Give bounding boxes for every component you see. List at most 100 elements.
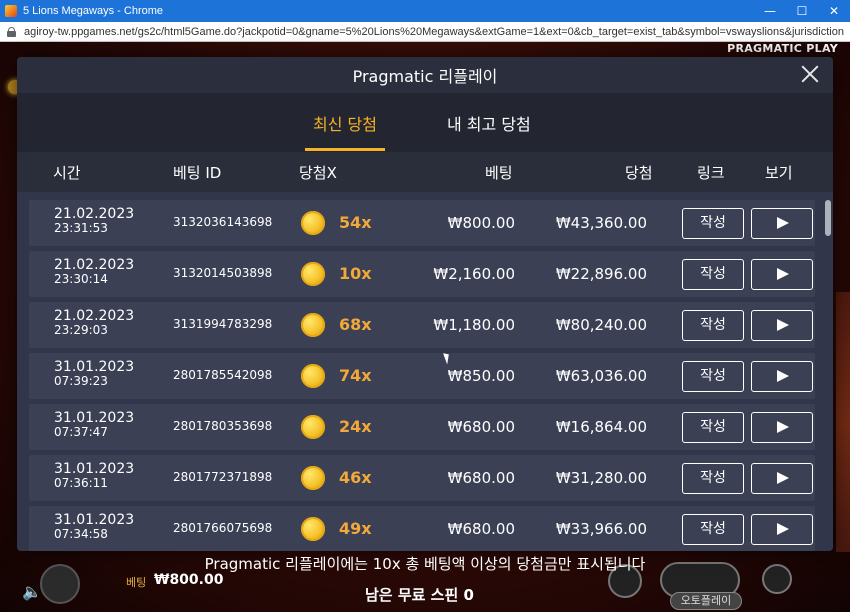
tab-latest-wins[interactable]: 최신 당첨	[305, 111, 385, 151]
play-replay-button[interactable]	[751, 259, 813, 290]
row-datetime: 21.02.2023 23:29:03	[54, 309, 134, 337]
play-replay-button[interactable]	[751, 310, 813, 341]
table-row: 31.01.2023 07:34:58 2801766075698 49x ₩680.0…	[29, 506, 815, 551]
maximize-icon[interactable]: ☐	[786, 0, 818, 22]
table-row: 21.02.2023 23:31:53 3132036143698 54x ₩800.0…	[29, 200, 815, 246]
table-row: 21.02.2023 23:29:03 3131994783298 68x ₩1,180…	[29, 302, 815, 348]
table-row: 31.01.2023 07:37:47 2801780353698 24x ₩680.0…	[29, 404, 815, 450]
row-bet: ₩680.00	[447, 520, 515, 538]
replay-table[interactable]: 21.02.2023 23:31:53 3132036143698 54x ₩800.0…	[17, 192, 833, 551]
play-replay-button[interactable]	[751, 208, 813, 239]
row-win: ₩16,864.00	[555, 418, 647, 436]
play-replay-button[interactable]	[751, 514, 813, 545]
play-replay-button[interactable]	[751, 412, 813, 443]
write-link-button[interactable]: 작성	[682, 361, 744, 392]
row-bet: ₩800.00	[447, 214, 515, 232]
row-bet: ₩1,180.00	[433, 316, 515, 334]
row-bet-id: 2801766075698	[173, 521, 273, 535]
coin-icon	[301, 415, 325, 439]
row-bet-id: 2801780353698	[173, 419, 273, 433]
col-header-view: 보기	[765, 164, 793, 182]
app-icon	[5, 5, 17, 17]
lock-icon[interactable]	[7, 26, 16, 37]
bet-label: 베팅	[126, 576, 147, 589]
autoplay-button[interactable]: 오토플레이	[670, 592, 742, 610]
close-window-icon[interactable]: ✕	[818, 0, 850, 22]
row-time: 07:36:11	[54, 476, 108, 490]
active-tab-indicator	[305, 148, 385, 151]
row-win: ₩22,896.00	[555, 265, 647, 283]
row-datetime: 31.01.2023 07:34:58	[54, 513, 134, 541]
row-time: 07:37:47	[54, 425, 108, 439]
play-icon	[777, 421, 789, 433]
play-icon	[777, 319, 789, 331]
play-icon	[777, 523, 789, 535]
replay-modal: Pragmatic 리플레이 최신 당첨 내 최고 당첨 시간 베팅 ID 당첨…	[17, 57, 833, 551]
row-datetime: 31.01.2023 07:37:47	[54, 411, 134, 439]
col-header-bet-id: 베팅 ID	[173, 164, 222, 182]
address-bar[interactable]: agiroy-tw.ppgames.net/gs2c/html5Game.do?…	[0, 22, 850, 42]
row-time: 23:30:14	[54, 272, 108, 286]
write-link-button[interactable]: 작성	[682, 310, 744, 341]
row-time: 23:29:03	[54, 323, 108, 337]
play-icon	[777, 217, 789, 229]
play-replay-button[interactable]	[751, 463, 813, 494]
col-header-link: 링크	[697, 164, 725, 182]
write-link-button[interactable]: 작성	[682, 208, 744, 239]
row-multiplier: 68x	[339, 315, 372, 334]
free-spins-counter: 남은 무료 스핀 0	[365, 586, 474, 604]
row-datetime: 31.01.2023 07:36:11	[54, 462, 134, 490]
row-win: ₩43,360.00	[555, 214, 647, 232]
speaker-icon[interactable]: 🔈	[22, 582, 42, 601]
brand-logo: PRAGMATIC PLAY	[727, 42, 838, 55]
col-header-bet: 베팅	[485, 164, 513, 182]
row-multiplier: 49x	[339, 519, 372, 538]
browser-titlebar: 5 Lions Megaways - Chrome — ☐ ✕	[0, 0, 850, 22]
write-link-button[interactable]: 작성	[682, 514, 744, 545]
play-replay-button[interactable]	[751, 361, 813, 392]
tab-label: 내 최고 당첨	[447, 115, 531, 134]
row-date: 31.01.2023	[54, 461, 135, 477]
row-bet: ₩680.00	[447, 418, 515, 436]
decoration-right	[836, 292, 850, 552]
row-date: 21.02.2023	[54, 206, 135, 222]
write-link-button[interactable]: 작성	[682, 259, 744, 290]
row-multiplier: 24x	[339, 417, 372, 436]
tab-my-best-wins[interactable]: 내 최고 당첨	[447, 111, 531, 145]
minimize-icon[interactable]: —	[754, 0, 786, 22]
col-header-win: 당첨	[625, 164, 653, 182]
row-date: 21.02.2023	[54, 257, 135, 273]
col-header-multiplier: 당첨X	[299, 164, 337, 182]
row-datetime: 21.02.2023 23:30:14	[54, 258, 134, 286]
coin-icon	[301, 211, 325, 235]
scrollbar[interactable]	[825, 200, 831, 236]
row-time: 23:31:53	[54, 221, 108, 235]
row-bet-id: 3132036143698	[173, 215, 273, 229]
row-date: 21.02.2023	[54, 308, 135, 324]
row-bet-id: 3131994783298	[173, 317, 273, 331]
table-row: 21.02.2023 23:30:14 3132014503898 10x ₩2,160…	[29, 251, 815, 297]
window-controls: — ☐ ✕	[754, 0, 850, 22]
tab-label: 최신 당첨	[313, 115, 377, 134]
coin-icon	[301, 313, 325, 337]
row-bet: ₩680.00	[447, 469, 515, 487]
play-icon	[777, 370, 789, 382]
url-text[interactable]: agiroy-tw.ppgames.net/gs2c/html5Game.do?…	[24, 26, 844, 38]
close-icon[interactable]	[799, 63, 821, 85]
footer-note: Pragmatic 리플레이에는 10x 총 베팅액 이상의 당첨금만 표시됩니…	[204, 555, 646, 573]
row-bet-id: 2801772371898	[173, 470, 273, 484]
row-win: ₩63,036.00	[555, 367, 647, 385]
row-bet: ₩2,160.00	[433, 265, 515, 283]
modal-header: Pragmatic 리플레이	[17, 57, 833, 93]
write-link-button[interactable]: 작성	[682, 412, 744, 443]
row-time: 07:39:23	[54, 374, 108, 388]
play-icon	[777, 268, 789, 280]
table-row: 31.01.2023 07:36:11 2801772371898 46x ₩680.0…	[29, 455, 815, 501]
window-title: 5 Lions Megaways - Chrome	[23, 5, 164, 17]
write-link-button[interactable]: 작성	[682, 463, 744, 494]
table-header: 시간 베팅 ID 당첨X 베팅 당첨 링크 보기	[17, 152, 833, 192]
coin-icon	[301, 517, 325, 541]
row-date: 31.01.2023	[54, 359, 135, 375]
row-win: ₩31,280.00	[555, 469, 647, 487]
row-bet-id: 3132014503898	[173, 266, 273, 280]
